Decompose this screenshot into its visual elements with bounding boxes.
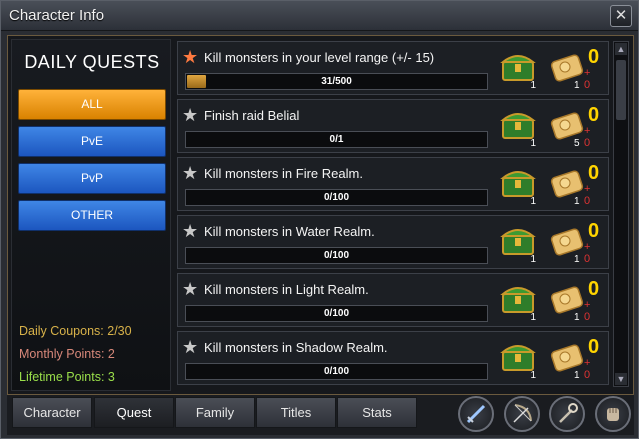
filter-pvp-button[interactable]: PvP: [18, 163, 166, 194]
quest-progress-text: 0/100: [323, 366, 350, 377]
filter-pve-button[interactable]: PvE: [18, 126, 166, 157]
coupon-bonus: + 0: [584, 183, 591, 207]
chest-count: 1: [530, 254, 536, 265]
quest-progress-bar: 0/100: [185, 247, 488, 264]
chest-count: 1: [530, 138, 536, 149]
chest-count: 1: [530, 196, 536, 207]
quest-progress-text: 0/1: [329, 134, 344, 145]
close-icon: ✕: [614, 7, 628, 24]
reward-coupon-icon[interactable]: 1 + 0: [550, 340, 590, 381]
coupon-bonus: + 0: [584, 241, 591, 265]
scroll-down-icon[interactable]: ▼: [615, 373, 627, 385]
reward-coupon-icon[interactable]: 1 + 0: [550, 50, 590, 91]
reward-coupon-icon[interactable]: 1 + 0: [550, 224, 590, 265]
bow-icon[interactable]: [504, 396, 540, 432]
coupon-bonus: + 0: [584, 67, 591, 91]
filter-other-button[interactable]: OTHER: [18, 200, 166, 231]
reward-points: 0: [588, 220, 600, 242]
quest-progress-text: 0/100: [323, 308, 350, 319]
quest-progress-text: 0/100: [323, 192, 350, 203]
reward-points: 0: [588, 104, 600, 126]
daily-quests-heading: DAILY QUESTS: [24, 52, 160, 72]
quest-list[interactable]: ★ Kill monsters in your level range (+/- …: [177, 39, 609, 391]
quest-title: Kill monsters in your level range (+/- 1…: [204, 50, 435, 65]
reward-coupon-icon[interactable]: 1 + 0: [550, 166, 590, 207]
filter-all-button[interactable]: ALL: [18, 89, 166, 120]
tab-stats[interactable]: Stats: [337, 397, 417, 428]
quest-row[interactable]: ★ Finish raid Belial 0/1 1 5 + 00: [177, 99, 609, 153]
reward-coupon-icon[interactable]: 5 + 0: [550, 108, 590, 149]
reward-chest-icon[interactable]: 1: [500, 48, 536, 91]
chest-count: 1: [530, 80, 536, 91]
quest-title: Kill monsters in Light Realm.: [204, 282, 369, 297]
coupon-count: 1: [574, 370, 580, 381]
reward-chest-icon[interactable]: 1: [500, 164, 536, 207]
coupon-bonus: + 0: [584, 125, 591, 149]
reward-chest-icon[interactable]: 1: [500, 338, 536, 381]
quest-progress-bar: 0/1: [185, 131, 488, 148]
quest-star-icon: ★: [182, 279, 199, 299]
sword-icon[interactable]: [458, 396, 494, 432]
quest-title: Kill monsters in Fire Realm.: [204, 166, 363, 181]
quest-progress-text: 0/100: [323, 250, 350, 261]
window-title: Character Info: [9, 7, 105, 24]
coupon-count: 1: [574, 254, 580, 265]
quest-progress-bar: 0/100: [185, 363, 488, 380]
coupon-count: 1: [574, 196, 580, 207]
chest-count: 1: [530, 370, 536, 381]
quest-row[interactable]: ★ Kill monsters in Light Realm. 0/100 1 1 + 0…: [177, 273, 609, 327]
quest-progress-bar: 0/100: [185, 189, 488, 206]
monthly-points-stat: Monthly Points: 2: [19, 347, 115, 361]
reward-chest-icon[interactable]: 1: [500, 222, 536, 265]
quest-title: Kill monsters in Water Realm.: [204, 224, 375, 239]
quest-star-icon: ★: [182, 163, 199, 183]
close-button[interactable]: ✕: [610, 5, 632, 27]
quest-row[interactable]: ★ Kill monsters in Shadow Realm. 0/100 1 1 + …: [177, 331, 609, 385]
daily-coupons-stat: Daily Coupons: 2/30: [19, 324, 132, 338]
tab-quest[interactable]: Quest: [94, 397, 174, 428]
quest-progress-bar: 31/500: [185, 73, 488, 90]
scroll-thumb[interactable]: [616, 60, 626, 120]
tab-titles[interactable]: Titles: [256, 397, 336, 428]
quest-star-icon: ★: [182, 47, 199, 67]
quest-list-scrollbar[interactable]: ▲ ▼: [613, 41, 629, 387]
lifetime-points-stat: Lifetime Points: 3: [19, 370, 115, 384]
quest-row[interactable]: ★ Kill monsters in your level range (+/- …: [177, 41, 609, 95]
reward-points: 0: [588, 162, 600, 184]
fist-icon[interactable]: [595, 396, 631, 432]
scroll-up-icon[interactable]: ▲: [615, 43, 627, 55]
coupon-count: 1: [574, 80, 580, 91]
tab-family[interactable]: Family: [175, 397, 255, 428]
coupon-bonus: + 0: [584, 299, 591, 323]
quest-star-icon: ★: [182, 337, 199, 357]
reward-points: 0: [588, 336, 600, 358]
daily-quests-panel: DAILY QUESTS ALL PvE PvP OTHER Daily Cou…: [11, 39, 171, 391]
coupon-count: 1: [574, 312, 580, 323]
title-bar[interactable]: Character Info ✕: [1, 1, 638, 31]
bottom-bar: Character Quest Family Titles Stats: [7, 395, 634, 435]
quest-star-icon: ★: [182, 105, 199, 125]
reward-points: 0: [588, 278, 600, 300]
reward-coupon-icon[interactable]: 1 + 0: [550, 282, 590, 323]
quest-title: Kill monsters in Shadow Realm.: [204, 340, 388, 355]
quest-progress-bar: 0/100: [185, 305, 488, 322]
quest-title: Finish raid Belial: [204, 108, 300, 123]
coupon-count: 5: [574, 138, 580, 149]
tab-character[interactable]: Character: [12, 397, 92, 428]
quest-row[interactable]: ★ Kill monsters in Fire Realm. 0/100 1 1 + 00: [177, 157, 609, 211]
quest-star-icon: ★: [182, 221, 199, 241]
reward-points: 0: [588, 46, 600, 68]
quest-progress-text: 31/500: [321, 76, 352, 87]
coupon-bonus: + 0: [584, 357, 591, 381]
character-info-window: Character Info ✕ DAILY QUESTS ALL PvE Pv…: [0, 0, 639, 439]
chest-count: 1: [530, 312, 536, 323]
staff-icon[interactable]: [549, 396, 585, 432]
reward-chest-icon[interactable]: 1: [500, 280, 536, 323]
quest-row[interactable]: ★ Kill monsters in Water Realm. 0/100 1 1 + 0…: [177, 215, 609, 269]
reward-chest-icon[interactable]: 1: [500, 106, 536, 149]
